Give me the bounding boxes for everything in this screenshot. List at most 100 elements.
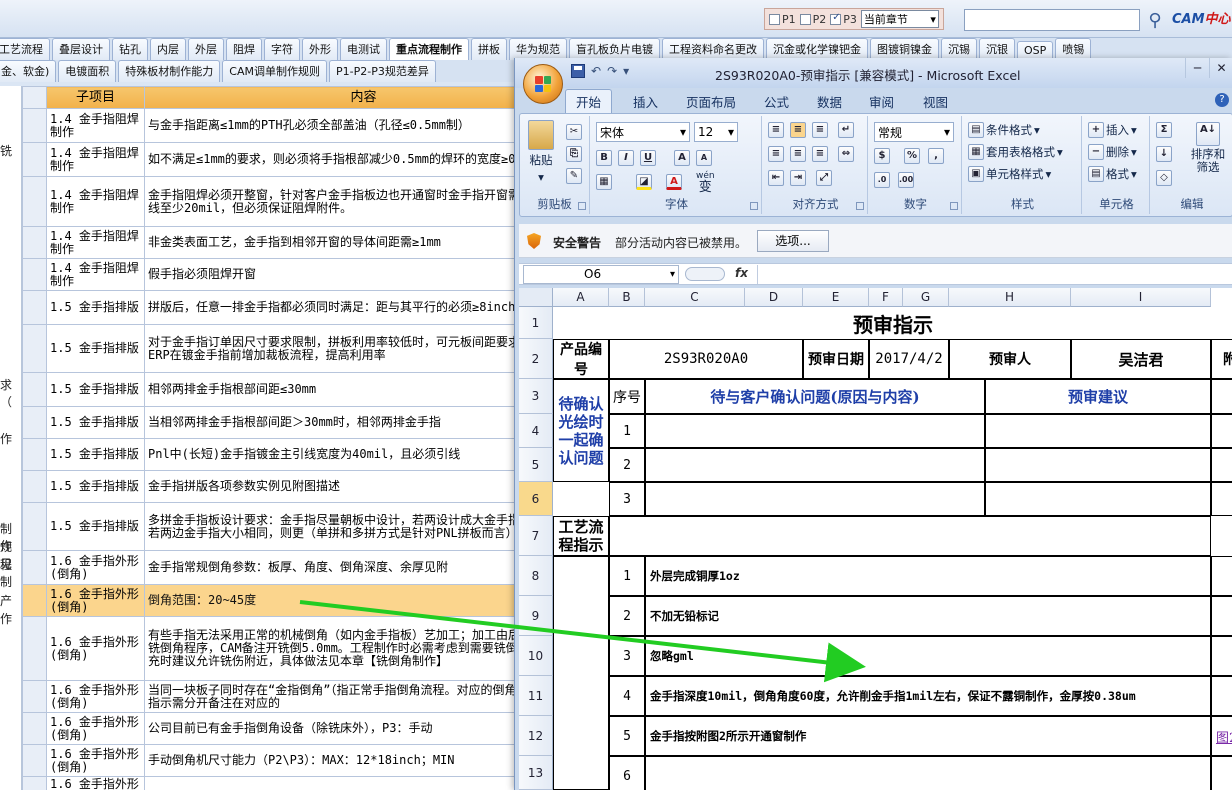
confirm-row-number[interactable]: 3 bbox=[609, 482, 645, 516]
help-icon[interactable]: ? bbox=[1215, 93, 1229, 107]
table-row[interactable]: 1.5 金手指排版 拼版后，任意一排金手指都必须同时满足：距与其平行的必须≥8in… bbox=[22, 290, 514, 325]
table-row[interactable]: 1.5 金手指排版 Pnl中(长短)金手指镀金主引线宽度为40mil，且必须引线 bbox=[22, 438, 514, 471]
minimize-button[interactable]: ─ bbox=[1185, 58, 1209, 78]
security-options-button[interactable]: 选项... bbox=[757, 230, 829, 252]
advice-cell[interactable] bbox=[985, 448, 1211, 482]
column-header[interactable]: B bbox=[609, 288, 645, 307]
review-date-value[interactable]: 2017/4/2 bbox=[869, 339, 949, 379]
grow-font-icon[interactable]: A bbox=[674, 150, 690, 166]
chapter-tab[interactable]: 电镀面积 bbox=[58, 60, 117, 82]
row-header[interactable]: 1 bbox=[519, 307, 553, 339]
row-header[interactable]: 12 bbox=[519, 716, 553, 756]
insert-cells-button[interactable]: + 插入 ▾ bbox=[1088, 122, 1137, 138]
table-format-button[interactable]: ▦ 套用表格格式 ▾ bbox=[968, 144, 1063, 160]
chapter-tab[interactable]: 工艺流程 bbox=[0, 38, 50, 60]
sheet-title[interactable]: 预审指示 bbox=[553, 307, 1232, 339]
chapter-tab[interactable]: 盲孔板负片电镀 bbox=[569, 38, 660, 60]
p1-checkbox[interactable]: P1 bbox=[769, 13, 796, 26]
currency-icon[interactable]: $ bbox=[874, 148, 890, 164]
formula-bar-slider[interactable] bbox=[685, 267, 725, 281]
process-instruction[interactable]: 不加无铅标记 bbox=[645, 596, 1211, 636]
cell-style-button[interactable]: ▣ 单元格样式 ▾ bbox=[968, 166, 1051, 182]
decrease-decimal-icon[interactable]: .00 bbox=[898, 172, 914, 188]
percent-icon[interactable]: % bbox=[904, 148, 920, 164]
chapter-tab[interactable]: 外形 bbox=[302, 38, 338, 60]
content-cell[interactable]: 当相邻两排金手指根部间距＞30mm时，相邻两排金手指 bbox=[144, 406, 514, 439]
sort-filter-button[interactable]: A↓ 排序和筛选 bbox=[1186, 122, 1230, 174]
content-cell[interactable]: 非金类表面工艺，金手指到相邻开窗的导体间距需≥1mm bbox=[144, 226, 514, 259]
align-bottom-icon[interactable]: ≡ bbox=[812, 122, 828, 138]
ribbon-tab-home[interactable]: 开始 bbox=[565, 89, 613, 115]
chapter-select[interactable]: 当前章节 ▾ bbox=[860, 10, 939, 28]
table-row[interactable]: 1.4 金手指阻焊制作 非金类表面工艺，金手指到相邻开窗的导体间距需≥1mm bbox=[22, 226, 514, 259]
confirm-row-number[interactable]: 1 bbox=[609, 414, 645, 448]
subitem-cell[interactable]: 1.6 金手指外形(倒角) bbox=[46, 776, 145, 790]
subitem-cell[interactable]: 1.5 金手指排版 bbox=[46, 290, 145, 325]
table-row[interactable]: 1.4 金手指阻焊制作 与金手指距离≤1mm的PTH孔必须全部盖油（孔径≤0.5m… bbox=[22, 108, 514, 143]
process-row-number[interactable]: 3 bbox=[609, 636, 645, 676]
attachment-link[interactable]: 图2( bbox=[1211, 716, 1232, 756]
font-size-select[interactable]: 12 ▾ bbox=[694, 122, 738, 142]
font-name-select[interactable]: 宋体 ▾ bbox=[596, 122, 690, 142]
table-row[interactable]: 1.6 金手指外形(倒角) 倒角范围：20~45度 bbox=[22, 584, 514, 617]
chapter-tab[interactable]: 电测试 bbox=[340, 38, 387, 60]
copy-icon[interactable]: ⎘ bbox=[566, 146, 582, 162]
chapter-tab[interactable]: 钻孔 bbox=[112, 38, 148, 60]
process-row-number[interactable]: 4 bbox=[609, 676, 645, 716]
content-cell[interactable]: 拼版后，任意一排金手指都必须同时满足：距与其平行的必须≥8inch bbox=[144, 290, 514, 325]
paste-button[interactable]: 粘贴 ▾ bbox=[528, 120, 554, 184]
column-header[interactable]: C bbox=[645, 288, 745, 307]
select-all-button[interactable] bbox=[519, 288, 553, 307]
merge-center-icon[interactable]: ⇔ bbox=[838, 146, 854, 162]
align-left-icon[interactable]: ≡ bbox=[768, 146, 784, 162]
chapter-tab[interactable]: 拼板 bbox=[471, 38, 507, 60]
row-header[interactable]: 9 bbox=[519, 596, 553, 636]
content-cell[interactable]: 金手指拼版各项参数实例见附图描述 bbox=[144, 470, 514, 503]
chapter-tab[interactable]: CAM调单制作规则 bbox=[222, 60, 327, 82]
column-header[interactable]: H bbox=[949, 288, 1071, 307]
text-orientation-icon[interactable]: ⤢ bbox=[816, 170, 832, 186]
content-cell[interactable]: 假手指必须阻焊开窗 bbox=[144, 258, 514, 291]
chapter-tab[interactable]: 特殊板材制作能力 bbox=[118, 60, 221, 82]
subitem-cell[interactable]: 1.4 金手指阻焊制作 bbox=[46, 108, 145, 143]
attachment-link[interactable] bbox=[1211, 556, 1232, 596]
table-row[interactable]: 1.5 金手指排版 金手指拼版各项参数实例见附图描述 bbox=[22, 470, 514, 503]
subitem-cell[interactable]: 1.6 金手指外形(倒角) bbox=[46, 584, 145, 617]
conditional-format-button[interactable]: ▤ 条件格式 ▾ bbox=[968, 122, 1040, 138]
row-header[interactable]: 8 bbox=[519, 556, 553, 596]
phonetic-button[interactable]: wén 变 bbox=[696, 172, 715, 195]
subitem-cell[interactable]: 1.5 金手指排版 bbox=[46, 502, 145, 551]
row-header[interactable] bbox=[22, 616, 47, 681]
row-header[interactable] bbox=[22, 438, 47, 471]
product-no-label[interactable]: 产品编号 bbox=[553, 339, 609, 379]
sheet-cell[interactable] bbox=[1211, 379, 1232, 414]
p2-checkbox[interactable]: P2 bbox=[799, 13, 826, 26]
review-date-label[interactable]: 预审日期 bbox=[803, 339, 869, 379]
chapter-tab[interactable]: 外层 bbox=[188, 38, 224, 60]
column-header[interactable]: F bbox=[869, 288, 903, 307]
save-icon[interactable] bbox=[571, 64, 585, 78]
chapter-tab[interactable]: 图镀铜镍金 bbox=[870, 38, 939, 60]
content-cell[interactable]: 相邻两排金手指根部间距≤30mm bbox=[144, 372, 514, 407]
table-row[interactable]: 1.5 金手指排版对于金手指订单因尺寸要求限制，拼板利用率较低时，可元板间距要求… bbox=[22, 324, 514, 373]
increase-indent-icon[interactable]: ⇥ bbox=[790, 170, 806, 186]
bold-icon[interactable]: B bbox=[596, 150, 612, 166]
table-row[interactable]: 1.6 金手指外形(倒角) bbox=[22, 776, 514, 790]
undo-icon[interactable]: ↶ bbox=[591, 64, 601, 78]
font-launcher[interactable] bbox=[750, 202, 758, 210]
seq-header[interactable]: 序号 bbox=[609, 379, 645, 414]
chapter-tab[interactable]: 字符 bbox=[264, 38, 300, 60]
align-center-icon[interactable]: ≡ bbox=[790, 146, 806, 162]
subitem-cell[interactable]: 1.6 金手指外形(倒角) bbox=[46, 680, 145, 713]
ribbon-tab-insert[interactable]: 插入 bbox=[633, 92, 658, 111]
qat-customize-icon[interactable]: ▾ bbox=[623, 64, 629, 78]
row-header[interactable] bbox=[22, 712, 47, 745]
column-header[interactable]: I bbox=[1071, 288, 1211, 307]
search-icon[interactable]: ⚲ bbox=[1142, 7, 1168, 33]
attachment-link[interactable] bbox=[1211, 676, 1232, 716]
p3-checkbox[interactable]: P3 bbox=[830, 12, 857, 26]
search-input[interactable] bbox=[964, 9, 1140, 31]
table-row[interactable]: 1.4 金手指阻焊制作 如不满足≤1mm的要求，则必须将手指根部减少0.5mm的焊… bbox=[22, 142, 514, 177]
subitem-cell[interactable]: 1.4 金手指阻焊制作 bbox=[46, 258, 145, 291]
subitem-cell[interactable]: 1.5 金手指排版 bbox=[46, 438, 145, 471]
